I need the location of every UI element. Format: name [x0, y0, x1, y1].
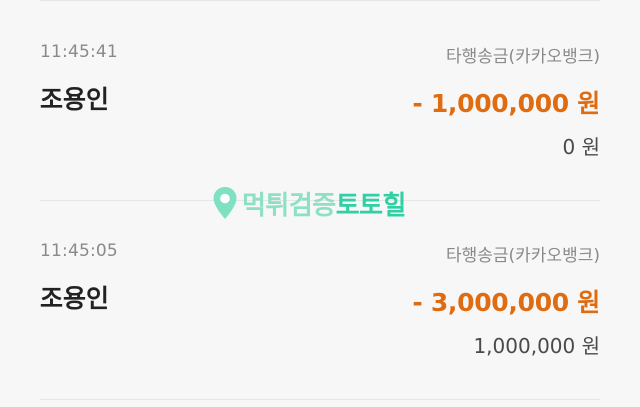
transaction-history-screen: 11:45:41 타행송금(카카오뱅크) 조용인 - 1,000,000 원 0…	[0, 0, 640, 407]
watermark-brand: 토토힐	[335, 190, 407, 221]
transaction-time: 11:45:05	[40, 241, 118, 261]
transaction-balance: 0 원	[562, 135, 600, 159]
transaction-time: 11:45:41	[40, 42, 118, 62]
transaction-item[interactable]: 11:45:41 타행송금(카카오뱅크) 조용인 - 1,000,000 원 0…	[40, 42, 600, 202]
transaction-amount: - 3,000,000 원	[412, 288, 600, 317]
transaction-counterparty: 조용인	[40, 284, 110, 313]
watermark: 먹튀검증 토토힐	[212, 186, 407, 221]
transaction-type: 타행송금(카카오뱅크)	[445, 246, 600, 266]
watermark-text: 먹튀검증	[242, 190, 336, 221]
transaction-counterparty: 조용인	[40, 85, 110, 114]
list-divider	[40, 0, 600, 1]
list-divider	[40, 399, 600, 400]
transaction-balance: 1,000,000 원	[473, 334, 600, 358]
transaction-item[interactable]: 11:45:05 타행송금(카카오뱅크) 조용인 - 3,000,000 원 1…	[40, 241, 600, 401]
location-pin-icon	[213, 187, 237, 219]
transaction-amount: - 1,000,000 원	[412, 89, 600, 118]
transaction-type: 타행송금(카카오뱅크)	[445, 47, 600, 67]
